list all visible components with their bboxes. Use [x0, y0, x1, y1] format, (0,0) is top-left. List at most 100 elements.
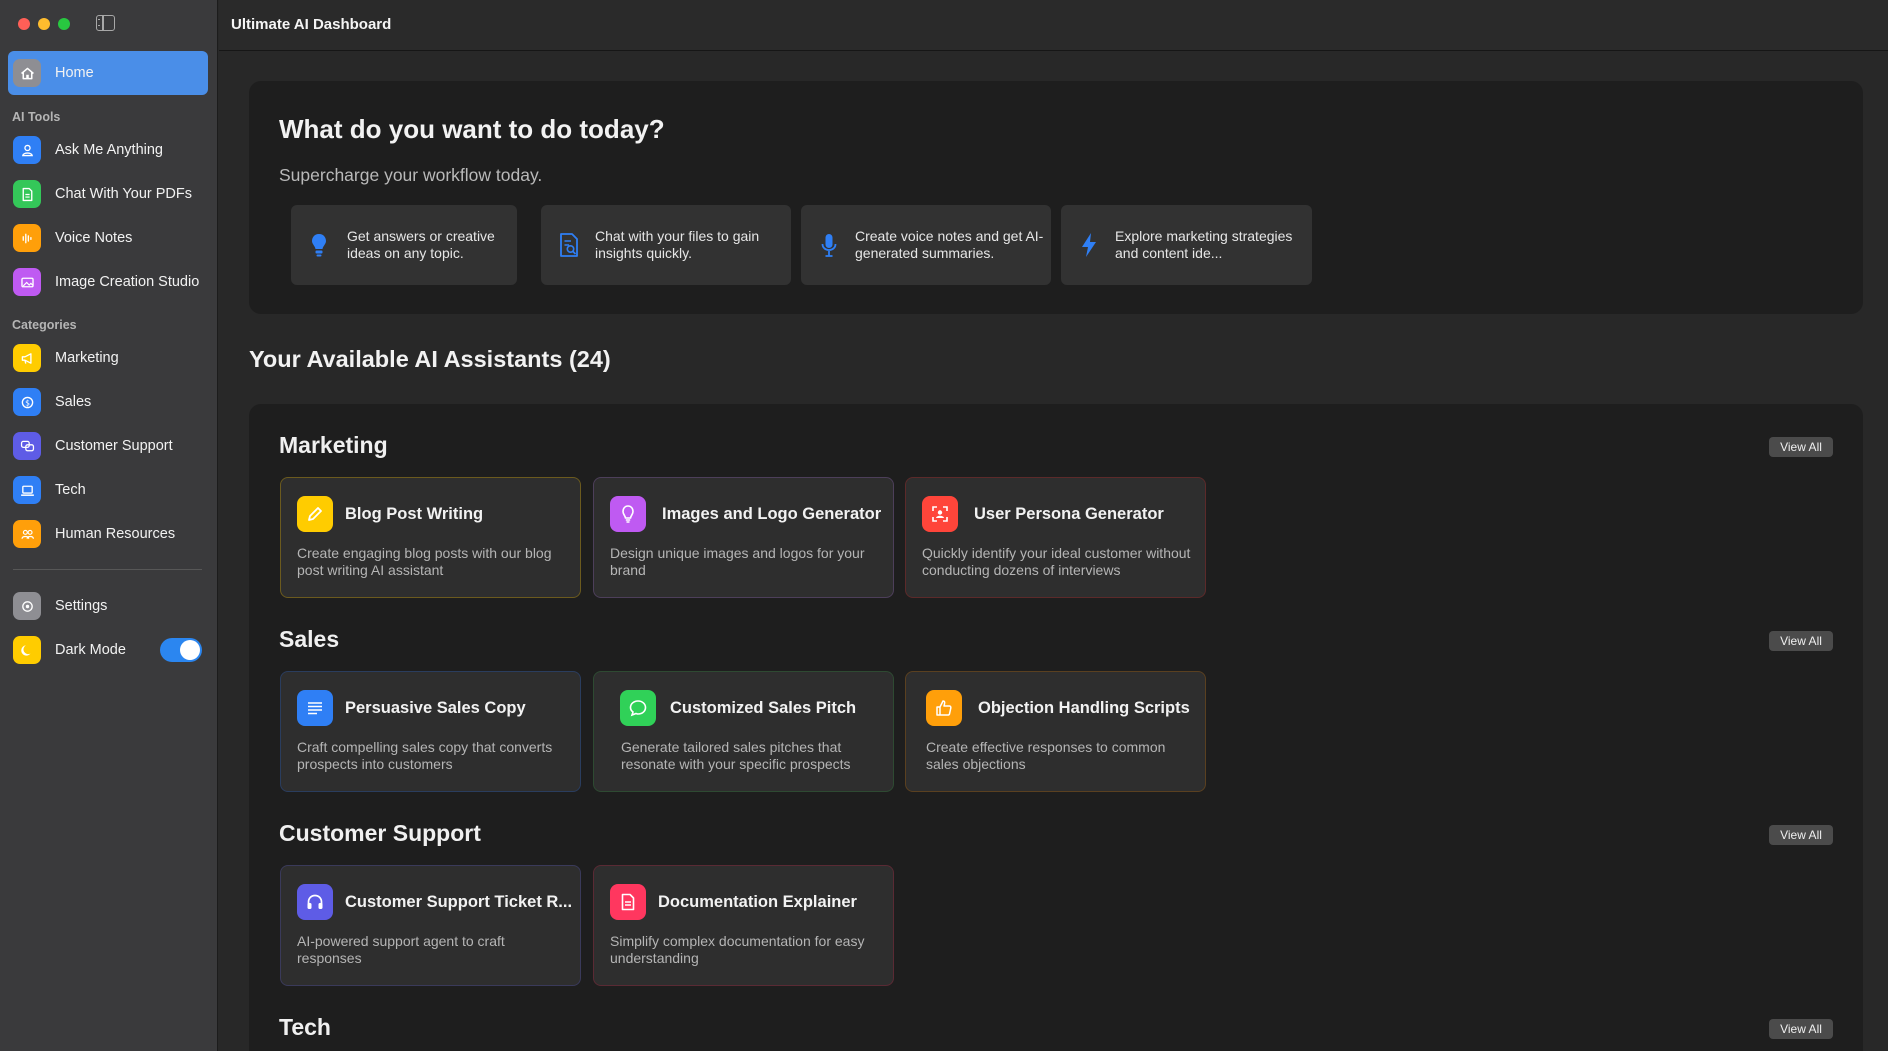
sidebar-item-tech[interactable]: Tech	[8, 468, 208, 512]
quick-action-files[interactable]: Chat with your files to gain insights qu…	[541, 205, 791, 285]
card-customized-sales-pitch[interactable]: Customized Sales Pitch Generate tailored…	[593, 671, 894, 792]
sidebar-item-label: Tech	[55, 482, 86, 498]
toggle-knob	[180, 640, 200, 660]
pencil-icon	[297, 496, 333, 532]
document-icon	[610, 884, 646, 920]
text-lines-icon	[297, 690, 333, 726]
sidebar: Home AI Tools Ask Me Anything Chat With …	[0, 0, 218, 1051]
card-description: AI-powered support agent to craft respon…	[297, 933, 505, 966]
laptop-icon	[13, 476, 41, 504]
lightbulb-icon	[307, 230, 331, 260]
section-title-marketing: Marketing	[279, 432, 388, 458]
card-title: Customer Support Ticket R...	[345, 893, 573, 911]
card-blog-post-writing[interactable]: Blog Post Writing Create engaging blog p…	[280, 477, 581, 598]
lightbulb-icon	[610, 496, 646, 532]
headphones-icon	[297, 884, 333, 920]
card-description: Craft compelling sales copy that convert…	[297, 739, 553, 772]
quick-action-text: Explore marketing strategies and content…	[1115, 228, 1293, 261]
dollar-icon: $	[13, 388, 41, 416]
minimize-window-button[interactable]	[38, 18, 50, 30]
sidebar-item-chat-with-your-pdfs[interactable]: Chat With Your PDFs	[8, 172, 208, 216]
sidebar-item-settings[interactable]: Settings	[8, 584, 208, 628]
person-viewfinder-icon	[922, 496, 958, 532]
zoom-window-button[interactable]	[58, 18, 70, 30]
card-persuasive-sales-copy[interactable]: Persuasive Sales Copy Craft compelling s…	[280, 671, 581, 792]
ai-tools-heading: AI Tools	[12, 110, 61, 124]
microphone-icon	[817, 230, 841, 260]
title-bar: Ultimate AI Dashboard	[219, 0, 1888, 51]
megaphone-icon	[13, 344, 41, 372]
section-title-customer-support: Customer Support	[279, 820, 481, 846]
card-description: Design unique images and logos for your …	[610, 545, 865, 578]
sidebar-item-label: Ask Me Anything	[55, 142, 163, 158]
sidebar-item-label: Sales	[55, 394, 92, 410]
categories-heading: Categories	[12, 318, 77, 332]
sidebar-item-label: Home	[55, 65, 94, 81]
card-description: Generate tailored sales pitches that res…	[621, 739, 851, 772]
hero-panel: What do you want to do today? Supercharg…	[249, 81, 1863, 314]
sidebar-divider	[13, 569, 202, 570]
moon-icon	[13, 636, 41, 664]
speech-bubble-icon	[620, 690, 656, 726]
chat-bubbles-icon	[13, 432, 41, 460]
sidebar-item-label: Human Resources	[55, 526, 176, 542]
hero-title: What do you want to do today?	[279, 114, 665, 144]
sidebar-item-voice-notes[interactable]: Voice Notes	[8, 216, 208, 260]
sidebar-item-image-creation-studio[interactable]: Image Creation Studio	[8, 260, 208, 304]
quick-action-marketing[interactable]: Explore marketing strategies and content…	[1061, 205, 1312, 285]
view-all-sales-button[interactable]: View All	[1769, 631, 1833, 651]
document-icon	[13, 180, 41, 208]
card-description: Quickly identify your ideal customer wit…	[922, 545, 1191, 578]
card-title: Images and Logo Generator	[662, 505, 882, 523]
document-search-icon	[557, 230, 581, 260]
people-icon	[13, 520, 41, 548]
close-window-button[interactable]	[18, 18, 30, 30]
quick-action-ask[interactable]: Get answers or creative ideas on any top…	[291, 205, 517, 285]
card-title: Objection Handling Scripts	[978, 699, 1190, 717]
quick-action-text: Chat with your files to gain insights qu…	[595, 228, 760, 261]
view-all-tech-button[interactable]: View All	[1769, 1019, 1833, 1039]
card-title: Persuasive Sales Copy	[345, 699, 526, 717]
card-description: Simplify complex documentation for easy …	[610, 933, 865, 966]
sidebar-item-sales[interactable]: $ Sales	[8, 380, 208, 424]
sidebar-item-label: Image Creation Studio	[55, 274, 200, 290]
card-customer-support-ticket[interactable]: Customer Support Ticket R... AI-powered …	[280, 865, 581, 986]
sidebar-toggle-icon[interactable]	[96, 15, 115, 31]
sidebar-item-label: Chat With Your PDFs	[55, 186, 192, 202]
card-images-and-logo-generator[interactable]: Images and Logo Generator Design unique …	[593, 477, 894, 598]
card-description: Create engaging blog posts with our blog…	[297, 545, 552, 578]
section-title-tech: Tech	[279, 1014, 331, 1040]
sidebar-item-customer-support[interactable]: Customer Support	[8, 424, 208, 468]
sidebar-item-home[interactable]: Home	[8, 51, 208, 95]
window-title: Ultimate AI Dashboard	[231, 16, 392, 33]
card-documentation-explainer[interactable]: Documentation Explainer Simplify complex…	[593, 865, 894, 986]
dark-mode-toggle[interactable]	[160, 638, 202, 662]
card-user-persona-generator[interactable]: User Persona Generator Quickly identify …	[905, 477, 1206, 598]
sidebar-item-label: Settings	[55, 598, 108, 614]
quick-action-voice[interactable]: Create voice notes and get AI-generated …	[801, 205, 1051, 285]
waveform-icon	[13, 224, 41, 252]
thumbs-up-icon	[926, 690, 962, 726]
quick-action-text: Create voice notes and get AI-generated …	[855, 228, 1044, 261]
card-title: User Persona Generator	[974, 505, 1164, 523]
card-description: Create effective responses to common sal…	[926, 739, 1166, 772]
person-icon	[13, 136, 41, 164]
sidebar-item-ask-me-anything[interactable]: Ask Me Anything	[8, 128, 208, 172]
card-title: Customized Sales Pitch	[670, 699, 857, 717]
sidebar-item-marketing[interactable]: Marketing	[8, 336, 208, 380]
photo-icon	[13, 268, 41, 296]
view-all-customer-support-button[interactable]: View All	[1769, 825, 1833, 845]
sidebar-item-label: Dark Mode	[55, 642, 126, 658]
card-objection-handling-scripts[interactable]: Objection Handling Scripts Create effect…	[905, 671, 1206, 792]
sidebar-item-label: Voice Notes	[55, 230, 133, 246]
card-title: Documentation Explainer	[658, 893, 857, 911]
gear-icon	[13, 592, 41, 620]
card-title: Blog Post Writing	[345, 505, 484, 523]
house-icon	[13, 59, 41, 87]
sidebar-item-human-resources[interactable]: Human Resources	[8, 512, 208, 556]
view-all-marketing-button[interactable]: View All	[1769, 437, 1833, 457]
sidebar-item-label: Marketing	[55, 350, 119, 366]
hero-subtitle: Supercharge your workflow today.	[279, 165, 543, 185]
bolt-icon	[1077, 230, 1101, 260]
quick-action-text: Get answers or creative ideas on any top…	[347, 228, 495, 261]
